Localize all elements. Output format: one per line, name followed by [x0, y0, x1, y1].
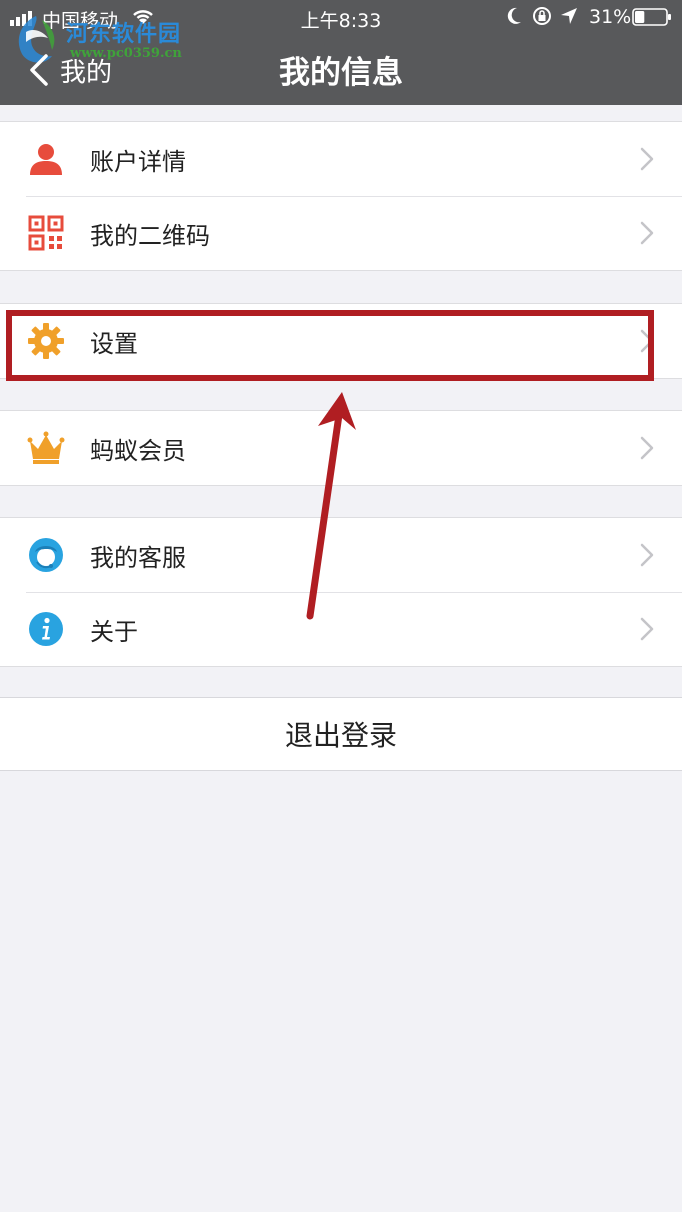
rotation-lock-icon — [533, 7, 551, 25]
person-icon — [30, 144, 62, 175]
menu-item-label: 账户详情 — [90, 147, 186, 176]
menu-item-ant-member[interactable]: 蚂蚁会员 — [0, 411, 682, 485]
battery-icon — [632, 8, 671, 26]
logout-button[interactable]: 退出登录 — [0, 697, 682, 771]
chevron-right-icon — [640, 147, 654, 171]
watermark-text: 河东软件园 — [66, 21, 182, 47]
chevron-right-icon — [640, 617, 654, 641]
menu-item-about[interactable]: 关于 — [0, 592, 682, 666]
top-bar: 中国移动 上午8:33 31% 河东软件园 www.pc0359.cn 我的 我… — [0, 0, 682, 105]
menu-item-my-qrcode[interactable]: 我的二维码 — [0, 196, 682, 270]
menu-group-account: 账户详情 我的二维码 — [0, 121, 682, 271]
chevron-right-icon — [640, 329, 654, 353]
menu-item-customer-service[interactable]: 我的客服 — [0, 518, 682, 592]
customer-service-icon — [29, 538, 63, 572]
menu-item-account-details[interactable]: 账户详情 — [0, 122, 682, 196]
moon-icon — [507, 7, 521, 24]
menu-group-settings: 设置 — [0, 303, 682, 379]
chevron-right-icon — [640, 221, 654, 245]
page-title: 我的信息 — [279, 55, 403, 91]
crown-icon — [27, 431, 65, 464]
gear-icon — [28, 323, 64, 359]
menu-item-label: 关于 — [90, 617, 138, 646]
menu-item-label: 我的二维码 — [90, 221, 210, 250]
menu-item-label: 我的客服 — [90, 543, 186, 572]
menu-group-membership: 蚂蚁会员 — [0, 410, 682, 486]
battery-percent: 31% — [589, 6, 632, 28]
menu-item-label: 蚂蚁会员 — [90, 436, 186, 465]
menu-item-settings[interactable]: 设置 — [0, 304, 682, 378]
qrcode-icon — [28, 215, 64, 251]
chevron-right-icon — [640, 543, 654, 567]
info-icon — [29, 612, 63, 646]
menu-item-label: 设置 — [90, 329, 138, 358]
menu-group-support: 我的客服 关于 — [0, 517, 682, 667]
location-icon — [561, 8, 577, 24]
chevron-right-icon — [640, 436, 654, 460]
